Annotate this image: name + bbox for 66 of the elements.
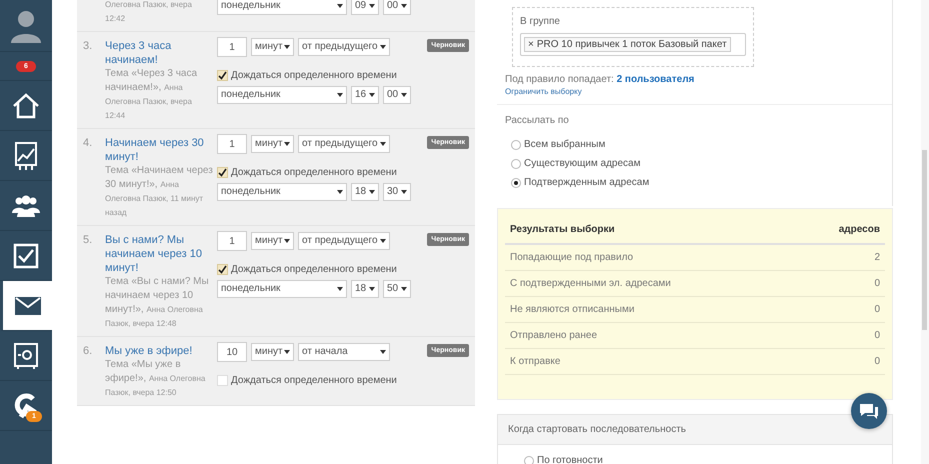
message-meta: Олеговна Пазюк, вчера 12:42 bbox=[105, 0, 193, 25]
group-label: В группе bbox=[520, 16, 561, 27]
group-field[interactable]: × PRO 10 привычек 1 поток Базовый пакет bbox=[520, 33, 746, 56]
table-cell: 0 bbox=[874, 356, 880, 367]
message-subject: Тема «Мы уже в эфире!», Анна Олеговна Пазюк, вчера 12:50 bbox=[105, 358, 206, 399]
message-subject: Тема «Вы с нами? Мы начинаем через 10 минут!», Анна Олеговна Пазюк, вчера 12:48 bbox=[105, 275, 210, 330]
wait-label: Дождаться определенного времени bbox=[231, 264, 397, 275]
remove-tag-button[interactable]: × bbox=[528, 39, 534, 50]
table-cell: Отправлено ранее bbox=[510, 330, 598, 341]
hour-select[interactable]: 09 bbox=[351, 0, 379, 15]
limit-selection-link[interactable]: Ограничить выборку bbox=[505, 87, 892, 96]
message-number: 3. bbox=[83, 39, 94, 54]
table-cell: Попадающие под правило bbox=[510, 252, 634, 263]
minute-select[interactable]: 30 bbox=[383, 183, 411, 201]
message-subject: Тема «Через 3 часа начинаем!», Анна Олеговна Пазюк, вчера 12:44 bbox=[105, 67, 198, 122]
unit-select[interactable]: минут bbox=[251, 343, 294, 361]
from-select[interactable]: от предыдущего bbox=[298, 135, 390, 153]
table-cell: С подтвержденными эл. адресами bbox=[510, 278, 671, 289]
table-cell: 0 bbox=[874, 330, 880, 341]
hour-select[interactable]: 18 bbox=[351, 280, 379, 298]
from-select[interactable]: от начала bbox=[298, 343, 390, 361]
hour-select[interactable]: 18 bbox=[351, 183, 379, 201]
unit-select[interactable]: минут bbox=[251, 38, 294, 56]
message-number: 4. bbox=[83, 136, 94, 151]
column-header: адресов bbox=[838, 224, 880, 234]
column-header: Результаты выборки bbox=[510, 224, 615, 234]
message-subject: Тема «Начинаем через 30 минут!», Анна Олеговна Пазюк, 11 минут назад bbox=[105, 164, 213, 219]
table-cell: Не являются отписанными bbox=[510, 304, 634, 315]
minute-select[interactable]: 00 bbox=[383, 0, 411, 15]
unit-select[interactable]: минут bbox=[251, 232, 294, 250]
message-title-link[interactable]: Через 3 часа начинаем! bbox=[105, 37, 213, 67]
hour-select[interactable]: 16 bbox=[351, 86, 379, 104]
from-select[interactable]: от предыдущего bbox=[298, 232, 390, 250]
day-select[interactable]: понедельник bbox=[217, 0, 347, 15]
table-cell: 0 bbox=[874, 304, 880, 315]
radio-label: Существующим адресам bbox=[524, 158, 640, 169]
delay-field[interactable]: 10 bbox=[217, 342, 247, 362]
message-title-link[interactable]: Начинаем через 30 минут! bbox=[105, 134, 213, 164]
table-cell: К отправке bbox=[510, 356, 560, 367]
delay-field[interactable]: 1 bbox=[217, 231, 247, 251]
radio-label: Подтвержденным адресам bbox=[524, 177, 650, 188]
day-select[interactable]: понедельник bbox=[217, 280, 347, 298]
delay-field[interactable]: 1 bbox=[217, 37, 247, 57]
table-cell: 0 bbox=[874, 278, 880, 289]
day-select[interactable]: понедельник bbox=[217, 86, 347, 104]
table-cell: 2 bbox=[874, 252, 880, 263]
unit-select[interactable]: минут bbox=[251, 135, 294, 153]
start-header: Когда стартовать последовательность bbox=[498, 415, 892, 445]
minute-select[interactable]: 00 bbox=[383, 86, 411, 104]
send-label: Рассылать по bbox=[505, 115, 570, 126]
tag-label: PRO 10 привычек 1 поток Базовый пакет bbox=[536, 39, 727, 50]
day-select[interactable]: понедельник bbox=[217, 183, 347, 201]
wait-label: Дождаться определенного времени bbox=[231, 70, 397, 81]
message-number: 6. bbox=[83, 344, 94, 359]
message-number: 5. bbox=[83, 233, 94, 248]
wait-label: Дождаться определенного времени bbox=[231, 167, 397, 178]
delay-field[interactable]: 1 bbox=[217, 134, 247, 154]
from-select[interactable]: от предыдущего bbox=[298, 38, 390, 56]
users-count-link[interactable]: 2 пользователя bbox=[616, 74, 694, 85]
radio-label: Всем выбранным bbox=[524, 139, 606, 150]
minute-select[interactable]: 50 bbox=[383, 280, 411, 298]
rule-count-label: Под правило попадает: bbox=[505, 74, 614, 85]
wait-label: Дождаться определенного времени bbox=[231, 375, 397, 386]
radio-label: По готовности bbox=[537, 455, 603, 464]
message-title-link[interactable]: Мы уже в эфире! bbox=[105, 342, 213, 358]
message-title-link[interactable]: Вы с нами? Мы начинаем через 10 минут! bbox=[105, 231, 213, 275]
